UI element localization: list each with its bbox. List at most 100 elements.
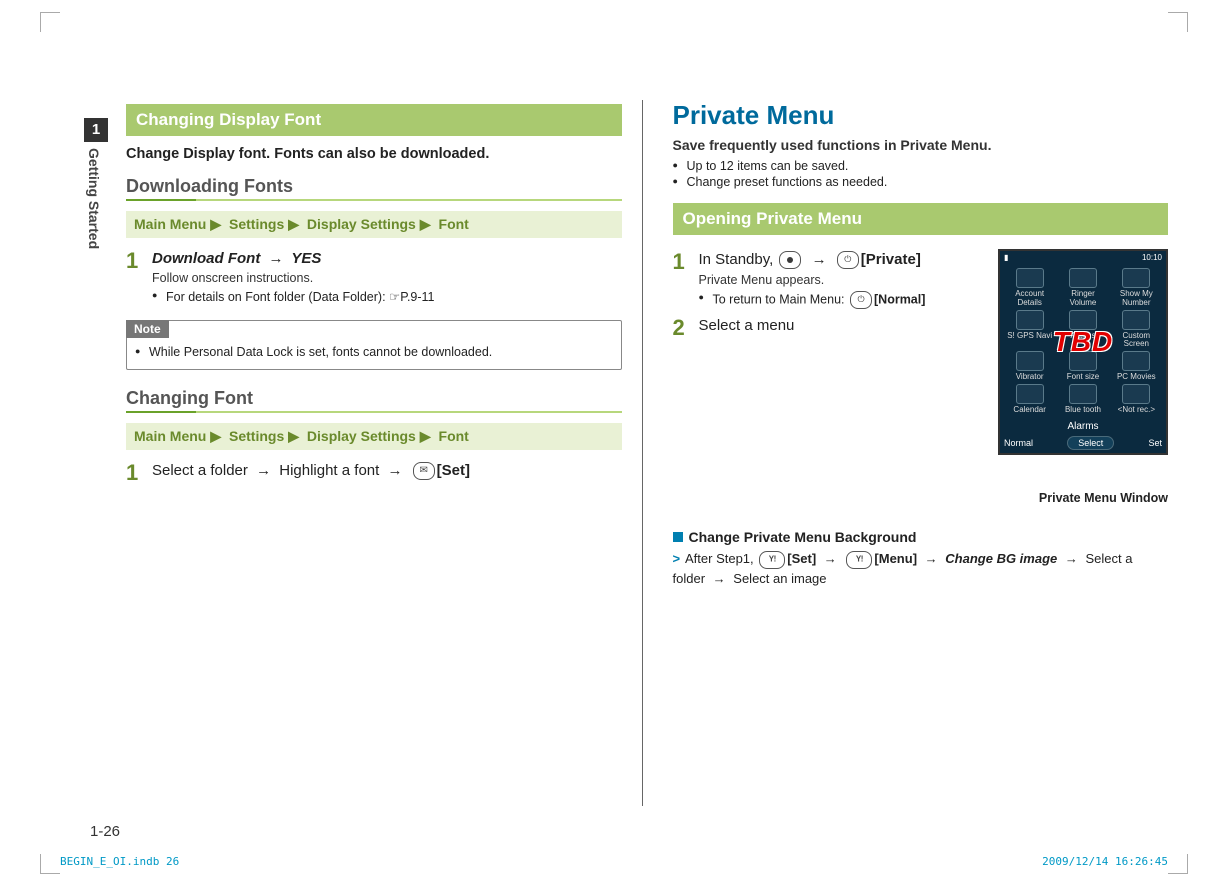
imprint-left: BEGIN_E_OI.indb 26 — [60, 855, 179, 868]
arrow-icon: → — [925, 549, 938, 569]
step-body-text: Follow onscreen instructions. — [152, 271, 622, 285]
phone-screenshot: ▮ 10:10 Account Details Ringer Volume Sh… — [998, 249, 1168, 455]
lead-text: Change Display font. Fonts can also be d… — [126, 146, 622, 162]
antenna-icon: ▮ — [1004, 253, 1008, 262]
page-body: 1 Getting Started Changing Display Font … — [90, 100, 1168, 806]
center-key-icon — [779, 251, 801, 269]
grid-cell: Blue tooth — [1057, 384, 1108, 415]
step: 2 Select a menu — [673, 317, 991, 339]
path-part: Display Settings — [307, 428, 416, 444]
menu-path: Main Menu▶ Settings▶ Display Settings▶ F… — [126, 423, 622, 450]
crop-mark — [40, 12, 60, 32]
step-title: Download Font → YES — [152, 250, 622, 267]
key-label: [Private] — [861, 251, 921, 268]
mail-key-icon — [413, 462, 435, 480]
step-title-b: YES — [291, 250, 321, 267]
path-part: Settings — [229, 216, 284, 232]
highlight-label: Alarms — [1000, 419, 1166, 433]
key-label: [Normal] — [874, 292, 925, 306]
y-key-icon — [846, 551, 872, 569]
path-part: Settings — [229, 428, 284, 444]
tbd-overlay: TBD — [1053, 326, 1114, 358]
arrow-icon: → — [713, 569, 726, 589]
path-part: Font — [439, 428, 469, 444]
crop-mark — [1168, 12, 1188, 32]
step-number: 1 — [126, 462, 152, 484]
step: 1 In Standby, → [Private] Private Menu a… — [673, 251, 991, 311]
imprint-right: 2009/12/14 16:26:45 — [1042, 855, 1168, 868]
step: 1 Select a folder → Highlight a font → [… — [126, 462, 622, 484]
crop-mark — [40, 854, 60, 874]
note-bullet: While Personal Data Lock is set, fonts c… — [135, 345, 613, 359]
text: After Step1, — [685, 551, 754, 566]
section-banner: Opening Private Menu — [673, 203, 1169, 235]
note-body: While Personal Data Lock is set, fonts c… — [135, 345, 613, 359]
bullet-item: Change preset functions as needed. — [673, 175, 1169, 189]
crop-mark — [1168, 854, 1188, 874]
intro-bullets: Up to 12 items can be saved. Change pres… — [673, 159, 1169, 189]
arrow-icon: → — [387, 462, 402, 479]
key-label: [Menu] — [874, 551, 917, 566]
subsection-rule — [126, 411, 622, 413]
step: 1 Download Font → YES Follow onscreen in… — [126, 250, 622, 306]
path-part: Font — [439, 216, 469, 232]
softkey-bar: Normal Select Set — [1000, 433, 1166, 453]
screenshot-caption: Private Menu Window — [1039, 491, 1168, 505]
step-body-text: Private Menu appears. — [699, 273, 991, 287]
subsection-rule — [126, 199, 622, 201]
menu-item-italic: Change BG image — [945, 551, 1057, 566]
path-part: Main Menu — [134, 216, 206, 232]
grid-cell: Vibrator — [1004, 351, 1055, 382]
subsection-title: Downloading Fonts — [126, 176, 622, 197]
grid-cell: Account Details — [1004, 268, 1055, 308]
arrow-icon: → — [812, 251, 827, 268]
grid-cell: S! GPS Navi — [1004, 310, 1055, 350]
path-part: Main Menu — [134, 428, 206, 444]
grid-cell: PC Movies — [1111, 351, 1162, 382]
grid-cell: <Not rec.> — [1111, 384, 1162, 415]
step-bullets: For details on Font folder (Data Folder)… — [152, 289, 622, 304]
key-label: [Set] — [437, 462, 470, 479]
page-number: 1-26 — [90, 823, 120, 840]
section-banner: Changing Display Font — [126, 104, 622, 136]
bullet-item: To return to Main Menu: [Normal] — [699, 291, 991, 309]
step-number: 2 — [673, 317, 699, 339]
grid-cell: Custom Screen — [1111, 310, 1162, 350]
y-key-icon — [759, 551, 785, 569]
change-bg-title: Change Private Menu Background — [673, 529, 1169, 545]
menu-path: Main Menu▶ Settings▶ Display Settings▶ F… — [126, 211, 622, 238]
note-box: Note While Personal Data Lock is set, fo… — [126, 320, 622, 370]
step-number: 1 — [673, 251, 699, 273]
bullet-text: To return to Main Menu: — [713, 292, 845, 306]
square-bullet-icon — [673, 532, 683, 542]
subsection-title: Changing Font — [126, 388, 622, 409]
step-text: Select a folder — [152, 462, 248, 479]
left-softkey: Normal — [1004, 438, 1033, 448]
bullet-item: For details on Font folder (Data Folder)… — [152, 289, 622, 304]
page-title: Private Menu — [673, 100, 1169, 131]
path-part: Display Settings — [307, 216, 416, 232]
key-label: [Set] — [787, 551, 816, 566]
tv-key-icon — [837, 251, 859, 269]
arrow-prefix: > — [673, 551, 681, 566]
right-softkey: Set — [1148, 438, 1162, 448]
arrow-icon: → — [256, 462, 271, 479]
change-bg-body: > After Step1, [Set] → [Menu] → Change B… — [673, 549, 1169, 588]
clock: 10:10 — [1142, 253, 1162, 262]
grid-cell: Calendar — [1004, 384, 1055, 415]
arrow-icon: → — [1065, 549, 1078, 569]
step-title-a: Download Font — [152, 250, 260, 267]
grid-cell: Ringer Volume — [1057, 268, 1108, 308]
text: Select an image — [733, 571, 826, 586]
grid-cell: Show My Number — [1111, 268, 1162, 308]
arrow-icon: → — [268, 250, 283, 267]
step-text: Select a menu — [699, 317, 795, 334]
arrow-icon: → — [824, 549, 837, 569]
step-text: Highlight a font — [279, 462, 379, 479]
tv-key-icon — [850, 291, 872, 309]
step-text: In Standby, — [699, 251, 774, 268]
note-tag: Note — [126, 320, 169, 338]
change-bg-title-text: Change Private Menu Background — [689, 529, 917, 545]
page-subtitle: Save frequently used functions in Privat… — [673, 137, 1169, 153]
step-number: 1 — [126, 250, 152, 272]
